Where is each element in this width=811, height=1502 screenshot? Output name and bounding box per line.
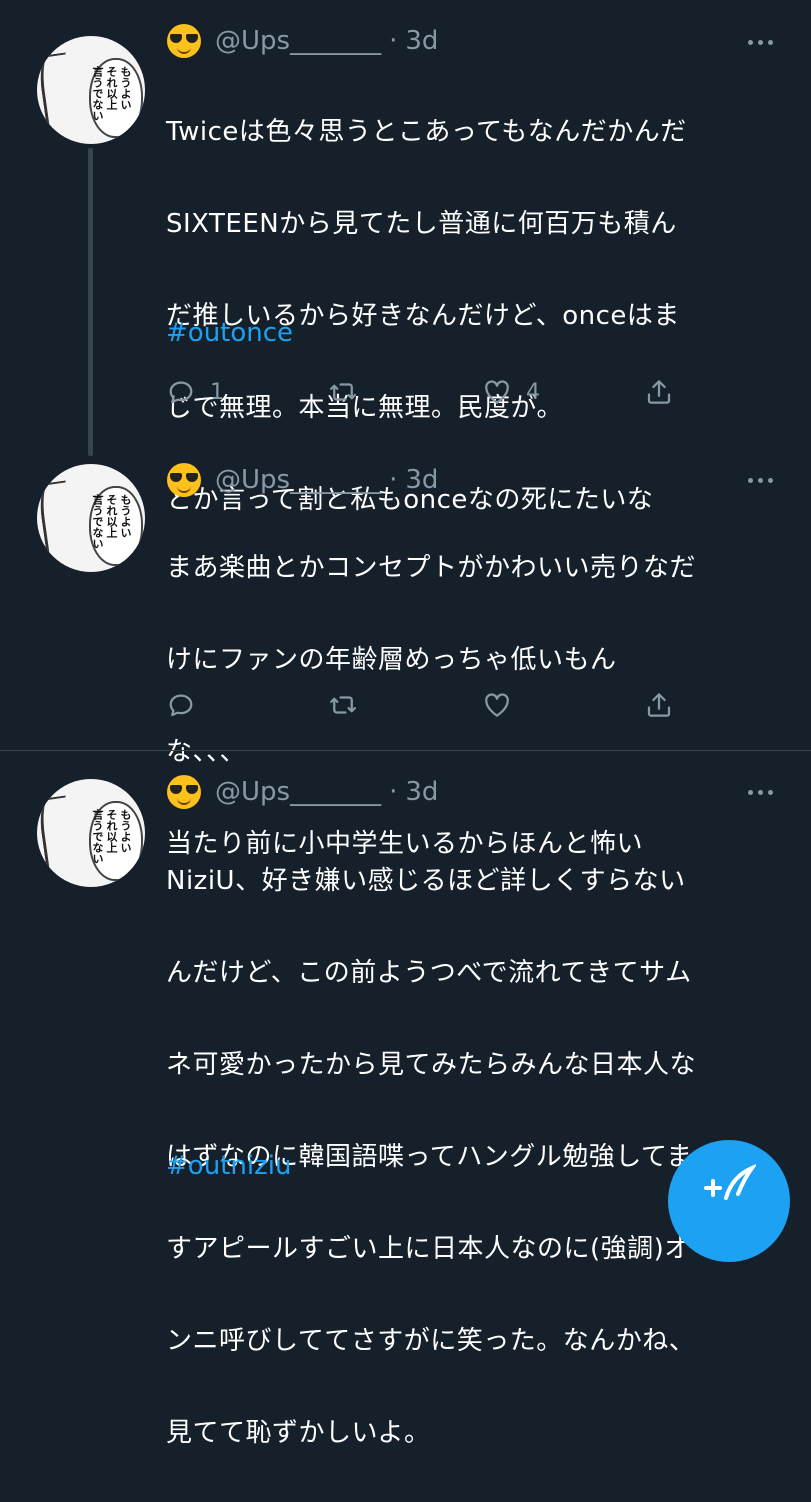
retweet-icon bbox=[330, 383, 356, 401]
tweet-actions: 1 4 bbox=[166, 376, 686, 408]
share-icon bbox=[647, 693, 671, 717]
tweet-1[interactable]: もうよい それ以上 言うでない @Ups_______ · 3d Twiceは色… bbox=[0, 0, 811, 515]
user-handle[interactable]: @Ups_______ bbox=[215, 26, 381, 56]
separator-dot: · bbox=[389, 777, 398, 807]
sunglasses-emoji-icon bbox=[167, 775, 201, 809]
tweet-timestamp[interactable]: 3d bbox=[405, 465, 438, 495]
like-count: 4 bbox=[526, 379, 540, 405]
avatar[interactable]: もうよい それ以上 言うでない bbox=[37, 779, 145, 887]
tweet-timestamp[interactable]: 3d bbox=[405, 26, 438, 56]
tweet-header: @Ups_______ · 3d bbox=[167, 463, 438, 497]
reply-icon bbox=[169, 694, 193, 717]
sunglasses-emoji-icon bbox=[167, 24, 201, 58]
user-handle[interactable]: @Ups_______ bbox=[215, 777, 381, 807]
reply-button[interactable]: 1 bbox=[166, 376, 224, 408]
compose-tweet-icon bbox=[704, 1164, 756, 1200]
like-button[interactable] bbox=[482, 689, 512, 721]
retweet-icon bbox=[330, 696, 356, 714]
separator-dot: · bbox=[389, 26, 398, 56]
avatar[interactable]: もうよい それ以上 言うでない bbox=[37, 464, 145, 572]
like-button[interactable]: 4 bbox=[482, 376, 540, 408]
reply-count: 1 bbox=[210, 379, 224, 405]
sunglasses-emoji-icon bbox=[167, 463, 201, 497]
tweet-3[interactable]: もうよい それ以上 言うでない @Ups_______ · 3d NiziU、好… bbox=[0, 751, 811, 1448]
user-handle[interactable]: @Ups_______ bbox=[215, 465, 381, 495]
more-dots-icon[interactable] bbox=[748, 40, 773, 45]
share-icon bbox=[647, 380, 671, 404]
share-button[interactable] bbox=[644, 376, 674, 408]
tweet-timestamp[interactable]: 3d bbox=[405, 777, 438, 807]
reply-icon bbox=[169, 381, 193, 404]
tweet-header: @Ups_______ · 3d bbox=[167, 775, 438, 809]
heart-icon bbox=[485, 693, 509, 717]
retweet-button[interactable] bbox=[328, 376, 358, 408]
more-dots-icon[interactable] bbox=[748, 478, 773, 483]
avatar[interactable]: もうよい それ以上 言うでない bbox=[37, 36, 145, 144]
tweet-actions bbox=[166, 689, 686, 721]
more-dots-icon[interactable] bbox=[748, 790, 773, 795]
tweet-header: @Ups_______ · 3d bbox=[167, 24, 438, 58]
tweet-2[interactable]: もうよい それ以上 言うでない @Ups_______ · 3d まあ楽曲とかコ… bbox=[0, 440, 811, 859]
reply-button[interactable] bbox=[166, 689, 196, 721]
heart-icon bbox=[485, 380, 509, 404]
hashtag-link[interactable]: #outniziu bbox=[166, 1151, 291, 1181]
separator-dot: · bbox=[389, 465, 398, 495]
hashtag-link[interactable]: #outonce bbox=[166, 318, 293, 348]
share-button[interactable] bbox=[644, 689, 674, 721]
compose-tweet-button[interactable] bbox=[668, 1140, 790, 1262]
retweet-button[interactable] bbox=[328, 689, 358, 721]
